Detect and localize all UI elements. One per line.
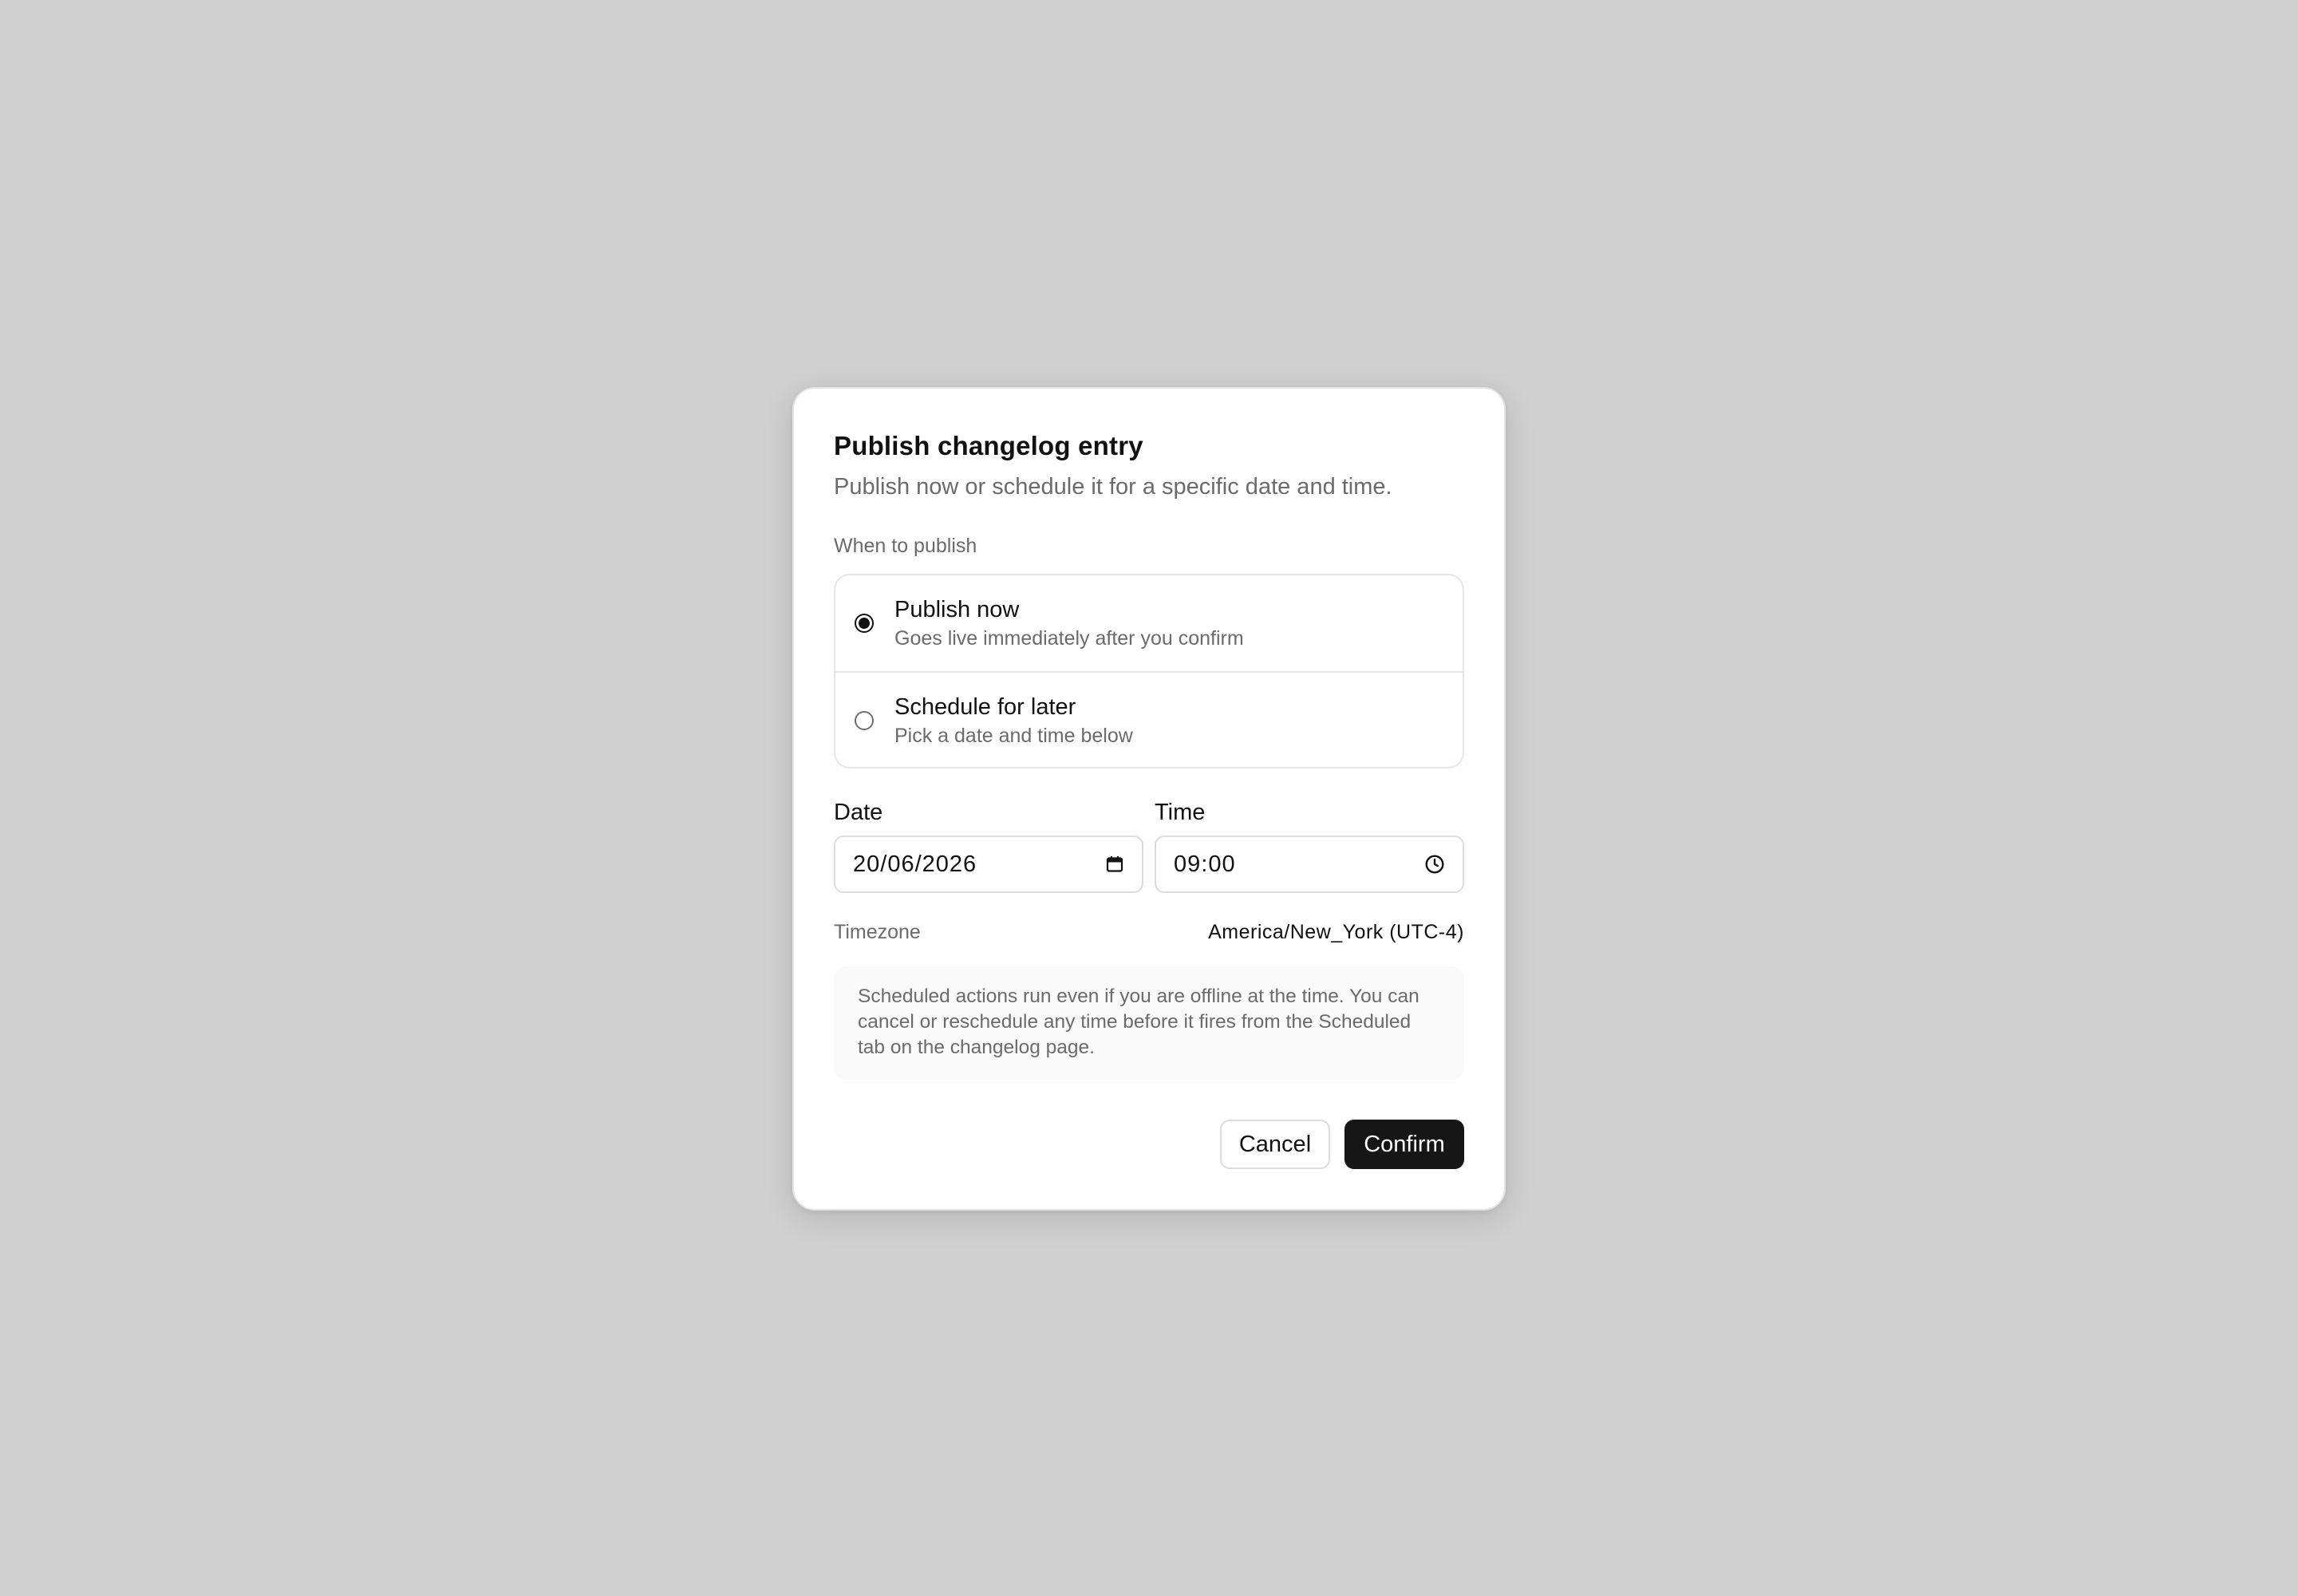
time-label: Time <box>1155 800 1206 825</box>
publish-dialog: Publish changelog entry Publish now or s… <box>792 387 1506 1211</box>
option-description: Pick a date and time below <box>894 725 1133 747</box>
date-input[interactable]: 20/06/2026 <box>834 836 1143 893</box>
option-description: Goes live immediately after you confirm <box>894 627 1244 650</box>
timezone-label: Timezone <box>834 921 921 943</box>
when-to-publish-label: When to publish <box>834 535 977 557</box>
calendar-icon[interactable] <box>1105 855 1124 874</box>
option-title: Publish now <box>894 597 1020 622</box>
date-value: 20/06/2026 <box>853 851 977 877</box>
scheduling-note: Scheduled actions run even if you are of… <box>834 966 1464 1080</box>
schedule-later-radio[interactable] <box>855 711 874 730</box>
date-field: Date 20/06/2026 <box>834 799 1143 893</box>
publish-now-radio[interactable] <box>855 614 874 633</box>
option-schedule-later[interactable]: Schedule for later Pick a date and time … <box>835 671 1463 767</box>
confirm-button[interactable]: Confirm <box>1344 1120 1464 1169</box>
dialog-actions: Cancel Confirm <box>834 1120 1464 1169</box>
date-time-fields: Date 20/06/2026 Time 09:00 <box>834 799 1464 893</box>
time-input[interactable]: 09:00 <box>1155 836 1464 893</box>
publish-timing-radio-group: Publish now Goes live immediately after … <box>834 574 1464 768</box>
date-label: Date <box>834 800 883 825</box>
clock-icon[interactable] <box>1424 854 1445 875</box>
timezone-value: America/New_York (UTC-4) <box>1208 921 1464 943</box>
cancel-button[interactable]: Cancel <box>1220 1120 1330 1169</box>
time-field: Time 09:00 <box>1155 799 1464 893</box>
time-value: 09:00 <box>1174 851 1236 877</box>
dialog-subtitle: Publish now or schedule it for a specifi… <box>834 474 1392 500</box>
option-title: Schedule for later <box>894 694 1076 720</box>
dialog-title: Publish changelog entry <box>834 431 1143 460</box>
timezone-row: Timezone America/New_York (UTC-4) <box>834 920 1464 944</box>
option-publish-now[interactable]: Publish now Goes live immediately after … <box>835 575 1463 671</box>
